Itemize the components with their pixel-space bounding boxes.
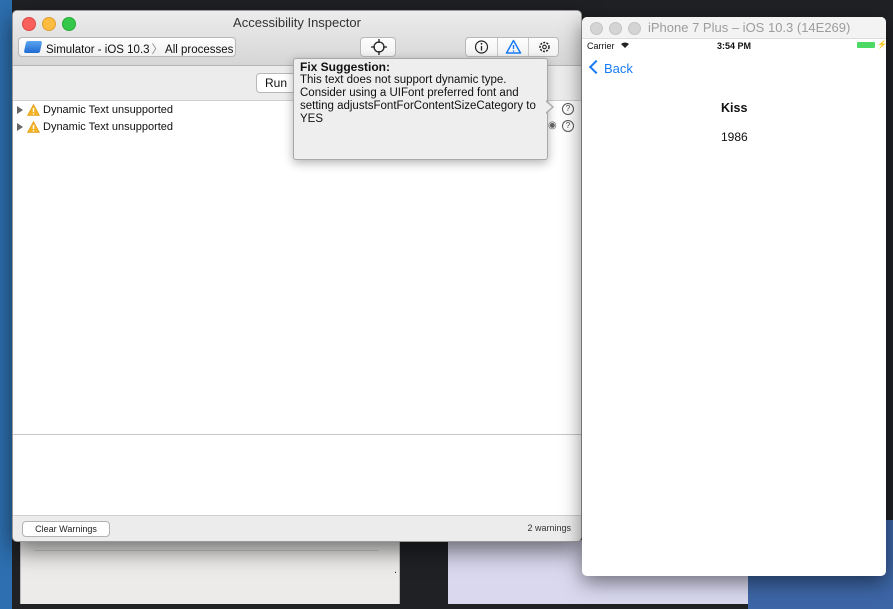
gear-icon — [539, 41, 550, 53]
status-bar: Clear Warnings 2 warnings — [13, 515, 581, 541]
song-title: Kiss — [721, 101, 748, 115]
popover-arrow-fill — [545, 101, 552, 113]
inspection-tab[interactable] — [466, 38, 497, 56]
background-divider — [34, 550, 379, 551]
warning-icon — [505, 39, 522, 54]
target-selector[interactable]: Simulator - iOS 10.3 〉 All processes — [18, 37, 236, 57]
target-scope-label: All processes — [165, 44, 234, 56]
eye-icon[interactable]: ◉ — [548, 120, 557, 131]
crosshair-icon — [371, 39, 387, 55]
ios-status-bar: Carrier 3:54 PM ⚡ — [582, 39, 886, 53]
question-icon[interactable]: ? — [562, 103, 574, 115]
background-text: . — [394, 564, 398, 576]
warning-label: Dynamic Text unsupported — [43, 121, 174, 133]
song-year: 1986 — [721, 130, 748, 144]
close-window-button[interactable] — [590, 22, 603, 35]
battery-icon — [857, 42, 875, 48]
back-button[interactable]: Back — [604, 61, 633, 76]
window-title: Accessibility Inspector — [233, 15, 361, 30]
warning-label: Dynamic Text unsupported — [43, 104, 174, 116]
warning-icon — [27, 121, 40, 133]
minimize-window-button[interactable] — [609, 22, 622, 35]
chevron-right-icon: 〉 — [151, 44, 164, 56]
warning-icon — [27, 104, 40, 116]
clear-warnings-button[interactable]: Clear Warnings — [22, 521, 110, 537]
target-device-label: Simulator - iOS 10.3 — [46, 44, 150, 56]
simulator-icon — [23, 41, 43, 53]
simulator-titlebar: iPhone 7 Plus – iOS 10.3 (14E269) — [582, 17, 886, 39]
settings-tab[interactable] — [528, 38, 559, 56]
warnings-count: 2 warnings — [527, 523, 571, 533]
details-pane — [13, 435, 581, 515]
chevron-left-icon[interactable] — [588, 59, 604, 75]
charging-icon: ⚡ — [877, 40, 886, 49]
disclosure-triangle-icon[interactable] — [17, 106, 23, 114]
question-icon[interactable]: ? — [562, 120, 574, 132]
popover-title: Fix Suggestion: — [300, 60, 390, 74]
inspector-mode-segmented-control[interactable] — [465, 37, 559, 57]
desktop-background-strip — [0, 0, 12, 609]
simulator-title: iPhone 7 Plus – iOS 10.3 (14E269) — [648, 20, 851, 35]
zoom-window-button[interactable] — [628, 22, 641, 35]
popover-body: This text does not support dynamic type.… — [300, 74, 536, 125]
simulator-window: iPhone 7 Plus – iOS 10.3 (14E269) Carrie… — [582, 17, 886, 576]
clock: 3:54 PM — [716, 41, 751, 51]
inspection-pointer-button[interactable] — [360, 37, 396, 57]
audit-tab[interactable] — [497, 38, 528, 56]
disclosure-triangle-icon[interactable] — [17, 123, 23, 131]
fix-suggestion-popover: Fix Suggestion: This text does not suppo… — [293, 58, 548, 160]
info-icon — [474, 40, 489, 54]
